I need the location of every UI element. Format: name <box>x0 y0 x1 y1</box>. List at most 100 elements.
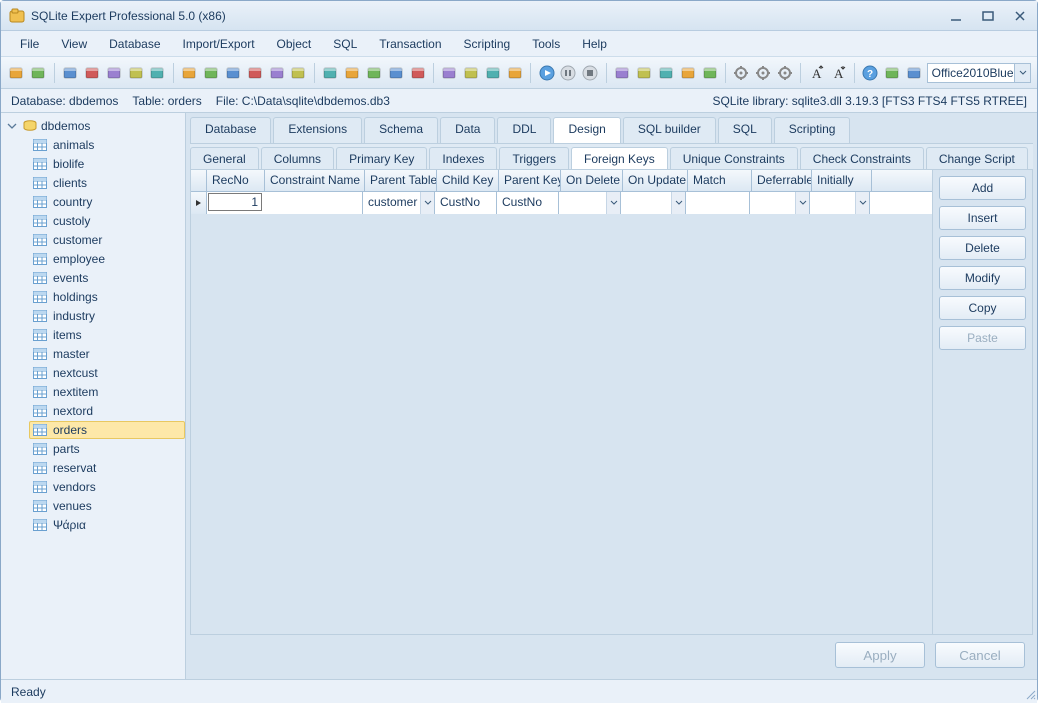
toolbar-table-button[interactable] <box>321 62 340 84</box>
toolbar-cols-button[interactable] <box>440 62 459 84</box>
minimize-button[interactable] <box>947 9 965 23</box>
tab-scripting[interactable]: Scripting <box>774 117 851 143</box>
toolbar-db-detach-button[interactable] <box>82 62 101 84</box>
tab-ddl[interactable]: DDL <box>497 117 551 143</box>
toolbar-refresh-button[interactable] <box>613 62 632 84</box>
tree-table-clients[interactable]: clients <box>29 174 185 192</box>
subtab-foreign-keys[interactable]: Foreign Keys <box>571 147 668 169</box>
subtab-change-script[interactable]: Change Script <box>926 147 1028 169</box>
delete-button[interactable]: Delete <box>939 236 1026 260</box>
grid-header-on-update[interactable]: On Update <box>623 170 688 191</box>
toolbar-db-remove-button[interactable] <box>29 62 48 84</box>
subtab-triggers[interactable]: Triggers <box>499 147 569 169</box>
toolbar-play-button[interactable] <box>537 62 556 84</box>
tree-table-employee[interactable]: employee <box>29 250 185 268</box>
toolbar-rollback-button[interactable] <box>656 62 675 84</box>
grid-cell-initially[interactable] <box>810 192 870 214</box>
subtab-general[interactable]: General <box>190 147 259 169</box>
grid-cell-parent-key[interactable]: CustNo <box>497 192 559 214</box>
tab-design[interactable]: Design <box>553 117 620 143</box>
tree-table-industry[interactable]: industry <box>29 307 185 325</box>
grid-cell-child-key[interactable]: CustNo <box>435 192 497 214</box>
tab-sql-builder[interactable]: SQL builder <box>623 117 716 143</box>
tree-table-master[interactable]: master <box>29 345 185 363</box>
toolbar-db-refresh-button[interactable] <box>148 62 167 84</box>
toolbar-grid-filter-button[interactable] <box>408 62 427 84</box>
chevron-down-icon[interactable] <box>420 192 434 214</box>
tree-table-ψάρια[interactable]: Ψάρια <box>29 516 185 534</box>
close-button[interactable] <box>1011 9 1029 23</box>
toolbar-script-import-button[interactable] <box>289 62 308 84</box>
menu-file[interactable]: File <box>11 34 48 54</box>
resize-grip-icon[interactable] <box>1024 688 1036 700</box>
tree-table-nextord[interactable]: nextord <box>29 402 185 420</box>
toolbar-settings-button[interactable] <box>732 62 751 84</box>
subtab-columns[interactable]: Columns <box>261 147 334 169</box>
toolbar-ext-button[interactable] <box>883 62 902 84</box>
insert-button[interactable]: Insert <box>939 206 1026 230</box>
sidebar[interactable]: dbdemos animalsbiolifeclientscountrycust… <box>1 113 186 679</box>
toolbar-script-export-button[interactable] <box>245 62 264 84</box>
toolbar-cols-del-button[interactable] <box>505 62 524 84</box>
menu-tools[interactable]: Tools <box>523 34 569 54</box>
tree-table-custoly[interactable]: custoly <box>29 212 185 230</box>
grid-cell-match[interactable] <box>686 192 750 214</box>
grid-cell-deferrable[interactable] <box>750 192 810 214</box>
chevron-down-icon[interactable] <box>1014 64 1030 82</box>
maximize-button[interactable] <box>979 9 997 23</box>
tree-table-nextitem[interactable]: nextitem <box>29 383 185 401</box>
grid-row[interactable]: 1customerCustNoCustNo <box>191 192 932 214</box>
tree-table-country[interactable]: country <box>29 193 185 211</box>
toolbar-font-big-button[interactable]: A <box>807 62 826 84</box>
grid-cell-on-update[interactable] <box>621 192 686 214</box>
grid-header-child-key[interactable]: Child Key <box>437 170 499 191</box>
toolbar-opt2-button[interactable] <box>776 62 795 84</box>
toolbar-table-add-button[interactable] <box>343 62 362 84</box>
chevron-down-icon[interactable] <box>671 192 685 214</box>
toolbar-opt1-button[interactable] <box>754 62 773 84</box>
add-button[interactable]: Add <box>939 176 1026 200</box>
copy-button[interactable]: Copy <box>939 296 1026 320</box>
toolbar-fx-button[interactable] <box>104 62 123 84</box>
grid-header-deferrable[interactable]: Deferrable <box>752 170 812 191</box>
cancel-button[interactable]: Cancel <box>935 642 1025 668</box>
grid-header-initially[interactable]: Initially <box>812 170 872 191</box>
tree-table-parts[interactable]: parts <box>29 440 185 458</box>
toolbar-script-list-button[interactable] <box>267 62 286 84</box>
tree-table-nextcust[interactable]: nextcust <box>29 364 185 382</box>
tree-table-venues[interactable]: venues <box>29 497 185 515</box>
grid-header-match[interactable]: Match <box>688 170 752 191</box>
tree-table-customer[interactable]: customer <box>29 231 185 249</box>
tree-table-orders[interactable]: orders <box>29 421 185 439</box>
tab-data[interactable]: Data <box>440 117 495 143</box>
paste-button[interactable]: Paste <box>939 326 1026 350</box>
tree-table-events[interactable]: events <box>29 269 185 287</box>
grid-cell-parent-table[interactable]: customer <box>363 192 435 214</box>
grid-header-recno[interactable]: RecNo <box>207 170 265 191</box>
tab-sql[interactable]: SQL <box>718 117 772 143</box>
toolbar-sql-exec-button[interactable] <box>126 62 145 84</box>
tree-table-items[interactable]: items <box>29 326 185 344</box>
menu-view[interactable]: View <box>52 34 96 54</box>
toolbar-help-button[interactable]: ? <box>861 62 880 84</box>
theme-selector[interactable]: Office2010Blue <box>927 63 1031 83</box>
chevron-down-icon[interactable] <box>606 192 620 214</box>
tree-table-holdings[interactable]: holdings <box>29 288 185 306</box>
tab-schema[interactable]: Schema <box>364 117 438 143</box>
toolbar-redo-button[interactable] <box>700 62 719 84</box>
toolbar-db-add-button[interactable] <box>7 62 26 84</box>
toolbar-db-open-button[interactable] <box>61 62 80 84</box>
toolbar-stop-button[interactable] <box>581 62 600 84</box>
menu-help[interactable]: Help <box>573 34 616 54</box>
menu-importexport[interactable]: Import/Export <box>174 34 264 54</box>
apply-button[interactable]: Apply <box>835 642 925 668</box>
toolbar-script-button[interactable] <box>180 62 199 84</box>
toolbar-font-small-button[interactable]: A <box>829 62 848 84</box>
tree-table-vendors[interactable]: vendors <box>29 478 185 496</box>
menu-sql[interactable]: SQL <box>324 34 366 54</box>
toolbar-checks-button[interactable] <box>905 62 924 84</box>
toolbar-cols-edit-button[interactable] <box>484 62 503 84</box>
toolbar-grid-edit-button[interactable] <box>386 62 405 84</box>
tab-database[interactable]: Database <box>190 117 271 143</box>
subtab-primary-key[interactable]: Primary Key <box>336 147 427 169</box>
